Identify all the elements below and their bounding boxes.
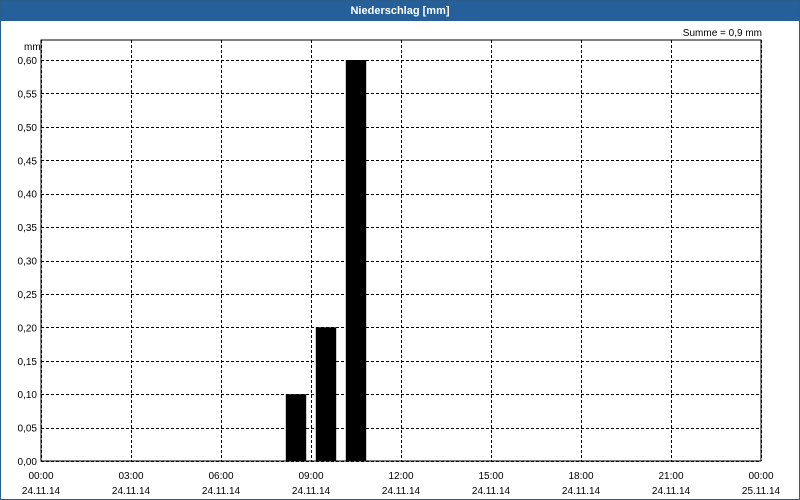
x-tick-date-label: 24.11.14	[472, 486, 511, 497]
y-axis-ticks: 0,00 0,05 0,10 0,15 0,20 0,25 0,30 0,35 0,40 0,45…	[18, 56, 38, 468]
x-tick-time-label: 00:00	[748, 471, 773, 482]
x-tick-time-label: 12:00	[388, 471, 413, 482]
y-tick-label: 0,35	[18, 223, 38, 234]
y-tick-label: 0,40	[18, 190, 38, 201]
bars	[285, 60, 367, 461]
y-tick-label: 0,05	[18, 424, 38, 435]
x-tick-date-label: 24.11.14	[382, 486, 421, 497]
x-tick-date-label: 24.11.14	[562, 486, 601, 497]
x-axis-ticks: 00:00 24.11.14 03:00 24.11.14 06:00 24.11.14 0…	[22, 471, 781, 497]
y-tick-label: 0,15	[18, 357, 38, 368]
y-tick-label: 0,50	[18, 123, 38, 134]
x-tick-date-label: 25.11.14	[742, 486, 781, 497]
sum-annotation: Summe = 0,9 mm	[683, 28, 762, 39]
x-tick-date-label: 24.11.14	[112, 486, 151, 497]
x-tick-time-label: 21:00	[658, 471, 683, 482]
x-tick-time-label: 15:00	[478, 471, 503, 482]
precipitation-chart: 0,00 0,05 0,10 0,15 0,20 0,25 0,30 0,35 0,40 0,45…	[18, 28, 781, 497]
y-tick-label: 0,45	[18, 156, 38, 167]
precipitation-bar	[345, 60, 367, 461]
grid	[41, 40, 762, 462]
precipitation-bar	[315, 327, 337, 461]
x-tick-time-label: 00:00	[28, 471, 53, 482]
x-tick-time-label: 03:00	[118, 471, 143, 482]
y-tick-label: 0,00	[18, 457, 38, 468]
x-tick-date-label: 24.11.14	[652, 486, 691, 497]
y-tick-label: 0,20	[18, 323, 38, 334]
x-tick-date-label: 24.11.14	[202, 486, 241, 497]
y-tick-label: 0,10	[18, 390, 38, 401]
y-axis-unit-label: mm	[24, 42, 41, 53]
x-tick-time-label: 18:00	[568, 471, 593, 482]
y-tick-label: 0,55	[18, 89, 38, 100]
precipitation-bar	[285, 394, 307, 461]
x-tick-date-label: 24.11.14	[292, 486, 331, 497]
x-tick-time-label: 09:00	[298, 471, 323, 482]
y-tick-label: 0,60	[18, 56, 38, 67]
y-tick-label: 0,30	[18, 257, 38, 268]
x-tick-date-label: 24.11.14	[22, 486, 61, 497]
x-tick-time-label: 06:00	[208, 471, 233, 482]
y-tick-label: 0,25	[18, 290, 38, 301]
